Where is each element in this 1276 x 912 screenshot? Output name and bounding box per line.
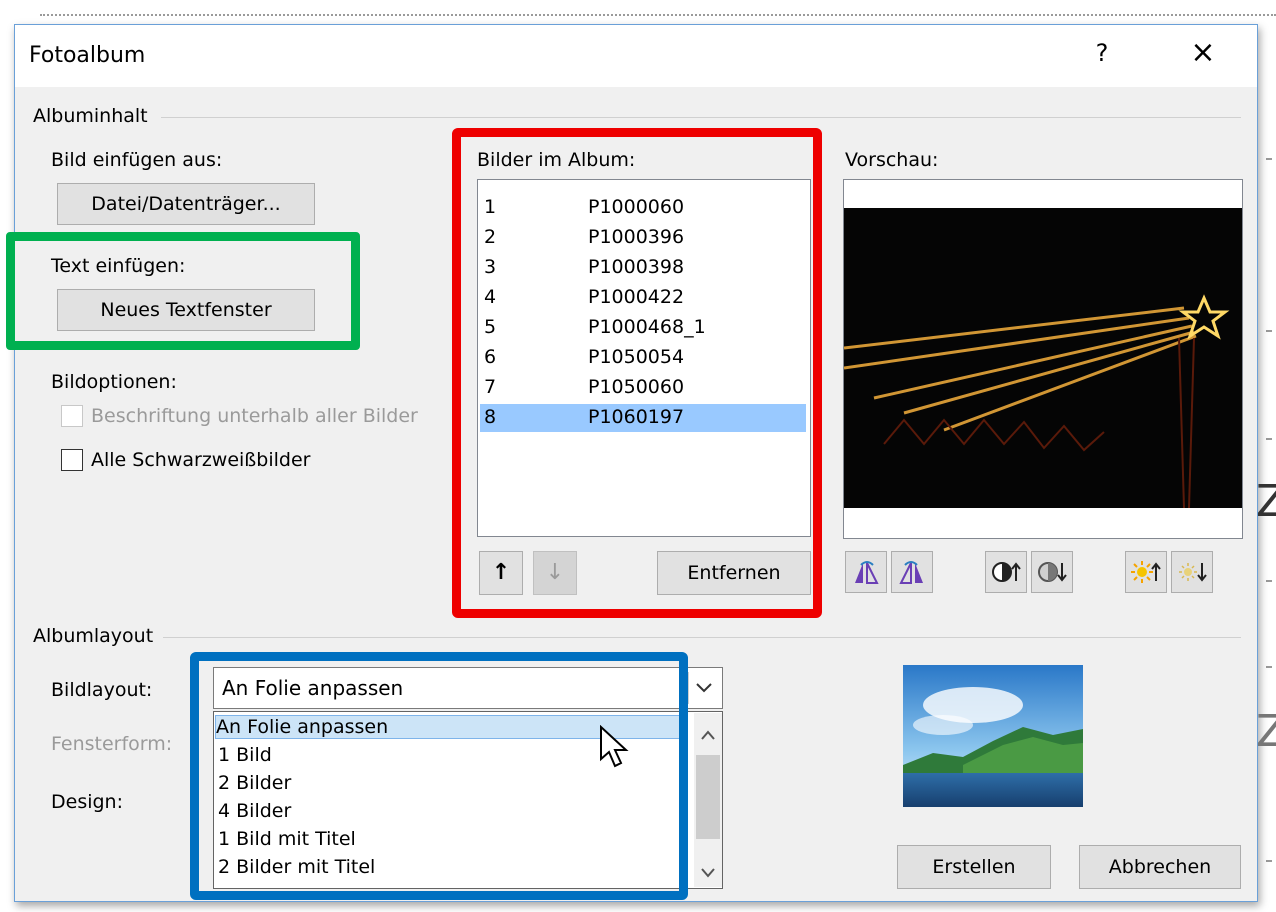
brightness-decrease-button[interactable] [1171, 551, 1213, 593]
document-dotted-border [40, 14, 1276, 16]
create-button[interactable]: Erstellen [897, 845, 1051, 889]
theme-label: Design: [51, 791, 124, 813]
album-layout-group-line [163, 637, 1241, 638]
album-content-group-line [161, 117, 1241, 118]
rotate-right-button[interactable] [891, 551, 933, 593]
rotate-left-button[interactable] [845, 551, 887, 593]
scroll-down-icon[interactable] [701, 863, 715, 882]
album-layout-group-label: Albumlayout [33, 625, 154, 647]
chevron-down-icon[interactable] [688, 672, 719, 704]
contrast-decrease-button[interactable] [1031, 551, 1073, 593]
dialog-title: Fotoalbum [29, 43, 146, 68]
picture-options-label: Bildoptionen: [51, 371, 177, 393]
star-lights-picture [843, 208, 1242, 509]
rotate-left-icon [851, 559, 881, 589]
brightness-increase-icon [1131, 559, 1161, 589]
close-button[interactable]: × [1183, 35, 1223, 70]
picture-layout-label: Bildlayout: [51, 679, 153, 701]
scroll-thumb[interactable] [696, 755, 720, 839]
contrast-increase-button[interactable] [985, 551, 1027, 593]
album-content-group-label: Albuminhalt [33, 105, 148, 127]
brightness-decrease-icon [1177, 559, 1207, 589]
preview-frame [843, 179, 1243, 539]
rotate-right-icon [897, 559, 927, 589]
preview-image [843, 208, 1242, 509]
document-right-edge [1262, 20, 1276, 900]
layout-preview-thumbnail [903, 665, 1083, 807]
brightness-increase-button[interactable] [1125, 551, 1167, 593]
help-button[interactable]: ? [1087, 39, 1117, 67]
highlight-red-album-pictures [452, 128, 822, 618]
file-disk-button[interactable]: Datei/Datenträger... [57, 183, 315, 225]
dropdown-scrollbar[interactable] [694, 713, 722, 887]
title-bar: Fotoalbum ? × [15, 25, 1257, 87]
preview-label: Vorschau: [845, 149, 939, 171]
document-fragment-glyph: Z [1256, 476, 1276, 527]
highlight-blue-picture-layout [190, 652, 688, 900]
frame-shape-label: Fensterform: [51, 733, 173, 755]
captions-checkbox-label: Beschriftung unterhalb aller Bilder [91, 405, 418, 427]
black-white-checkbox[interactable] [61, 449, 83, 471]
contrast-decrease-icon [1037, 559, 1067, 589]
highlight-green-insert-text [6, 232, 360, 350]
black-white-checkbox-label: Alle Schwarzweißbilder [91, 449, 311, 471]
insert-picture-from-label: Bild einfügen aus: [51, 149, 223, 171]
contrast-increase-icon [991, 559, 1021, 589]
cancel-button[interactable]: Abbrechen [1079, 845, 1241, 889]
captions-checkbox[interactable] [61, 405, 83, 427]
scroll-up-icon[interactable] [701, 725, 715, 744]
document-fragment-glyph: Z [1256, 706, 1276, 757]
